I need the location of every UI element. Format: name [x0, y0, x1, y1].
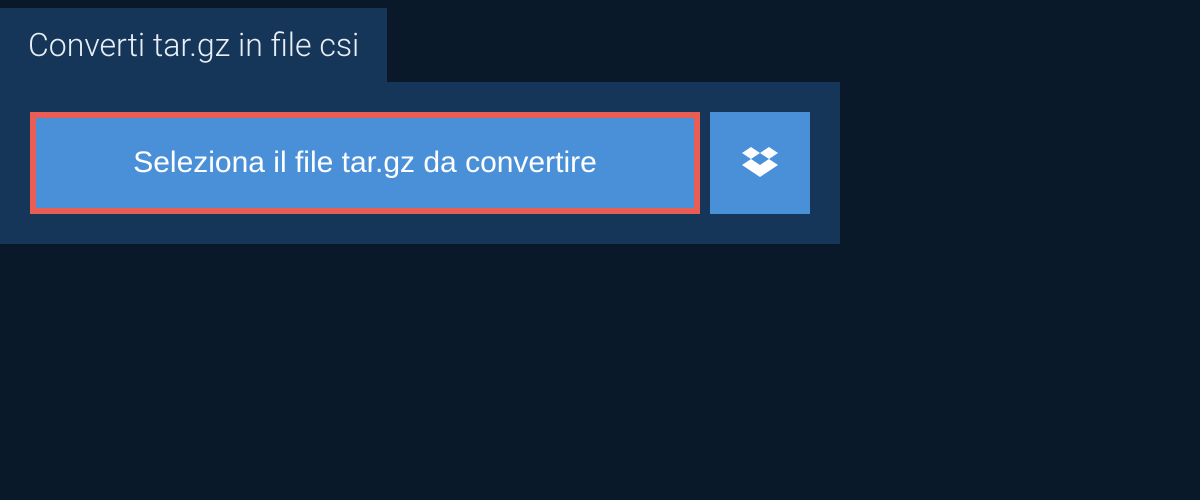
button-row: Seleziona il file tar.gz da convertire	[30, 112, 810, 214]
converter-panel: Seleziona il file tar.gz da convertire	[0, 82, 840, 244]
select-file-button[interactable]: Seleziona il file tar.gz da convertire	[30, 112, 700, 214]
select-file-button-label: Seleziona il file tar.gz da convertire	[133, 146, 597, 180]
page-title-tab: Converti tar.gz in file csi	[0, 8, 387, 82]
page-title: Converti tar.gz in file csi	[28, 26, 359, 64]
dropbox-button[interactable]	[710, 112, 810, 214]
dropbox-icon	[742, 144, 778, 183]
